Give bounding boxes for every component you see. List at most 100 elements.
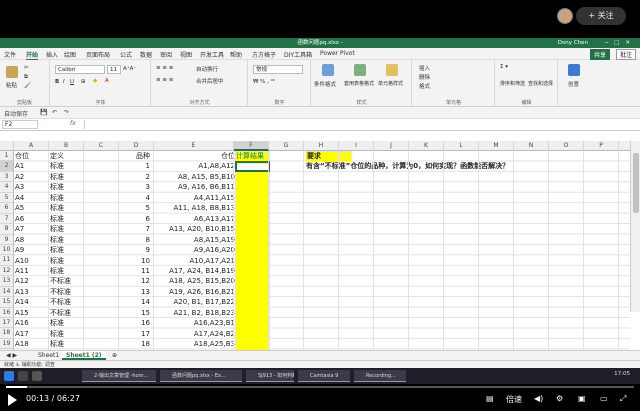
row-header[interactable]: 17 bbox=[0, 318, 14, 329]
row-header[interactable]: 19 bbox=[0, 338, 14, 350]
sheet-tab[interactable]: Sheet1 bbox=[34, 351, 63, 360]
comment-button[interactable]: 批注 bbox=[615, 49, 636, 60]
cell[interactable]: A1 bbox=[15, 161, 24, 171]
header-cell[interactable]: 计算结果 bbox=[236, 151, 264, 161]
user-name[interactable]: Dony Chen bbox=[558, 38, 588, 48]
row-header[interactable]: 4 bbox=[0, 182, 14, 193]
row-header[interactable]: 16 bbox=[0, 307, 14, 318]
delete-button[interactable]: 删除 bbox=[419, 73, 430, 81]
header-cell[interactable]: 品种 bbox=[120, 151, 150, 161]
ideas-icon[interactable] bbox=[568, 64, 580, 76]
cell[interactable]: 不标准 bbox=[50, 297, 71, 307]
wrap-text-button[interactable]: 自动换行 bbox=[196, 65, 218, 73]
cell[interactable]: A20, B1, B17,B22 bbox=[155, 297, 236, 307]
cell[interactable]: A17 bbox=[15, 329, 29, 339]
align-left-icon[interactable]: ≡ ≡ ≡ bbox=[156, 77, 173, 83]
format-painter-icon[interactable]: 🖌 bbox=[24, 83, 31, 89]
format-button[interactable]: 格式 bbox=[419, 82, 430, 90]
font-size-select[interactable]: 11 bbox=[107, 65, 121, 74]
row-header[interactable]: 13 bbox=[0, 276, 14, 287]
conditional-format-icon[interactable] bbox=[322, 64, 334, 76]
table-format-button[interactable]: 套用表格格式 bbox=[344, 80, 374, 87]
cell[interactable]: 12 bbox=[120, 276, 150, 286]
cell[interactable]: 标准 bbox=[50, 193, 64, 203]
progress-bar[interactable] bbox=[6, 386, 634, 388]
header-cell[interactable]: 仓位 bbox=[15, 151, 29, 161]
cell[interactable]: A19, A26, B16,B21 bbox=[155, 287, 235, 297]
cell[interactable]: 16 bbox=[120, 318, 150, 328]
cell[interactable]: A17, A24, B14,B19 bbox=[155, 266, 235, 276]
sheet-tab[interactable]: Sheet1 (2) bbox=[62, 351, 106, 360]
cell[interactable]: A16,A23,B1 bbox=[155, 318, 235, 328]
bold-icon[interactable]: B bbox=[55, 79, 59, 85]
fx-icon[interactable]: fx bbox=[70, 120, 76, 127]
column-header[interactable]: K bbox=[409, 141, 444, 151]
menu-tab[interactable]: DIY工具箱 bbox=[284, 50, 312, 59]
column-header[interactable]: H bbox=[304, 141, 339, 151]
cell[interactable]: 2 bbox=[120, 172, 150, 182]
fill-color-icon[interactable]: ◆ bbox=[93, 78, 97, 84]
cell[interactable]: A18,A25,B3 bbox=[155, 339, 235, 349]
insert-button[interactable]: 插入 bbox=[419, 64, 430, 72]
cell[interactable]: A4,A11,A15 bbox=[155, 193, 235, 203]
align-top-icon[interactable]: ≡ ≡ ≡ bbox=[156, 65, 173, 71]
cell[interactable]: 不标准 bbox=[50, 276, 71, 286]
scrollbar-thumb[interactable] bbox=[633, 153, 639, 213]
menu-tab[interactable]: 公式 bbox=[120, 50, 132, 59]
sort-filter-button[interactable]: 排序和筛选 bbox=[500, 80, 525, 87]
cell-styles-button[interactable]: 单元格样式 bbox=[378, 80, 403, 87]
undo-icon[interactable]: ↶ bbox=[52, 109, 57, 116]
play-icon[interactable] bbox=[8, 394, 17, 406]
cell[interactable]: 1 bbox=[120, 161, 150, 171]
column-header[interactable]: M bbox=[479, 141, 514, 151]
cell[interactable]: A10 bbox=[15, 256, 29, 266]
row-header[interactable]: 6 bbox=[0, 203, 14, 214]
menu-tab[interactable]: 绘图 bbox=[64, 50, 76, 59]
cell[interactable]: A10,A17,A21 bbox=[155, 256, 235, 266]
cell[interactable]: 3 bbox=[120, 182, 150, 192]
cell[interactable]: 不标准 bbox=[50, 308, 71, 318]
row-header[interactable]: 10 bbox=[0, 244, 14, 256]
column-header[interactable]: E bbox=[154, 141, 234, 151]
danmaku-icon[interactable]: ▤ bbox=[486, 394, 494, 403]
column-header[interactable]: I bbox=[339, 141, 374, 151]
cell[interactable]: 标准 bbox=[50, 203, 64, 213]
font-name-select[interactable]: Calibri bbox=[55, 65, 105, 74]
cell[interactable]: A2 bbox=[15, 172, 24, 182]
underline-icon[interactable]: U bbox=[70, 79, 74, 85]
row-header[interactable]: 14 bbox=[0, 286, 14, 298]
column-header[interactable]: A bbox=[14, 141, 49, 151]
cell[interactable]: 标准 bbox=[50, 214, 64, 224]
cell[interactable]: 标准 bbox=[50, 266, 64, 276]
taskbar-app[interactable]: 函数问题pq.xlsx - Ex... bbox=[160, 370, 242, 382]
volume-icon[interactable]: ◀) bbox=[534, 394, 543, 403]
save-icon[interactable]: 💾 bbox=[40, 109, 47, 116]
cell[interactable]: A16 bbox=[15, 318, 29, 328]
speed-button[interactable]: 倍速 bbox=[506, 394, 522, 405]
cell[interactable]: A17,A24,B2 bbox=[155, 329, 235, 339]
share-button[interactable]: 共享 bbox=[589, 49, 610, 60]
cell[interactable]: 15 bbox=[120, 308, 150, 318]
merge-center-button[interactable]: 合并后居中 bbox=[196, 77, 224, 85]
cell[interactable]: 6 bbox=[120, 214, 150, 224]
row-header[interactable]: 15 bbox=[0, 297, 14, 308]
cell[interactable]: 17 bbox=[120, 329, 150, 339]
autosave-label[interactable]: 自动保存 bbox=[4, 109, 28, 118]
cell[interactable]: A8,A15,A19 bbox=[155, 235, 235, 245]
cell[interactable]: 标准 bbox=[50, 172, 64, 182]
cell[interactable]: 标准 bbox=[50, 245, 64, 255]
row-header[interactable]: 7 bbox=[0, 213, 14, 225]
cell[interactable]: 标准 bbox=[50, 161, 64, 171]
taskbar-app[interactable]: 2-输出文章管理 -hom... bbox=[82, 370, 156, 382]
cut-icon[interactable]: ✂ bbox=[24, 65, 29, 71]
cell[interactable]: A3 bbox=[15, 182, 24, 192]
cell[interactable]: 10 bbox=[120, 256, 150, 266]
taskbar-app[interactable]: Camtasia 9 bbox=[298, 370, 350, 382]
cell[interactable]: A15 bbox=[15, 308, 29, 318]
cell[interactable]: 9 bbox=[120, 245, 150, 255]
cell[interactable]: 标准 bbox=[50, 182, 64, 192]
uploader-avatar[interactable] bbox=[557, 8, 573, 24]
vertical-scrollbar[interactable] bbox=[630, 141, 640, 312]
redo-icon[interactable]: ↷ bbox=[64, 109, 69, 116]
paste-icon[interactable] bbox=[6, 66, 18, 78]
